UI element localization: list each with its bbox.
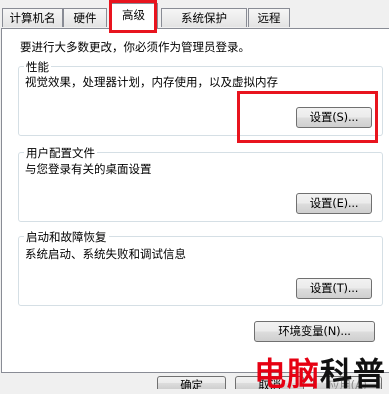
user-profiles-title: 用户配置文件 bbox=[24, 145, 97, 161]
tab-hardware[interactable]: 硬件 bbox=[63, 8, 107, 27]
performance-description: 视觉效果，处理器计划，内存使用，以及虚拟内存 bbox=[25, 75, 278, 89]
tab-computer-name[interactable]: 计算机名 bbox=[2, 8, 63, 27]
startup-recovery-description: 系统启动、系统失败和调试信息 bbox=[25, 247, 186, 261]
watermark-part2: 科普 bbox=[319, 355, 386, 393]
admin-note: 要进行大多数更改，你必须作为管理员登录。 bbox=[20, 40, 250, 54]
startup-recovery-title: 启动和故障恢复 bbox=[24, 229, 109, 245]
startup-recovery-settings-button[interactable]: 设置(T)... bbox=[296, 278, 372, 299]
tab-highlight-annotation bbox=[109, 0, 157, 33]
tab-strip: 计算机名 硬件 高级 系统保护 远程 bbox=[0, 0, 389, 29]
watermark-part1: 电脑 bbox=[253, 355, 320, 393]
performance-title: 性能 bbox=[24, 59, 51, 75]
tab-system-protection[interactable]: 系统保护 bbox=[161, 8, 247, 27]
environment-variables-button[interactable]: 环境变量(N)... bbox=[254, 321, 375, 342]
ok-button[interactable]: 确定 bbox=[157, 376, 226, 389]
user-profiles-settings-button[interactable]: 设置(E)... bbox=[296, 193, 372, 214]
tab-remote[interactable]: 远程 bbox=[248, 8, 290, 27]
settings-highlight-annotation bbox=[237, 91, 378, 143]
watermark-logo: 电脑科普 bbox=[254, 354, 386, 394]
user-profiles-description: 与您登录有关的桌面设置 bbox=[25, 162, 152, 176]
